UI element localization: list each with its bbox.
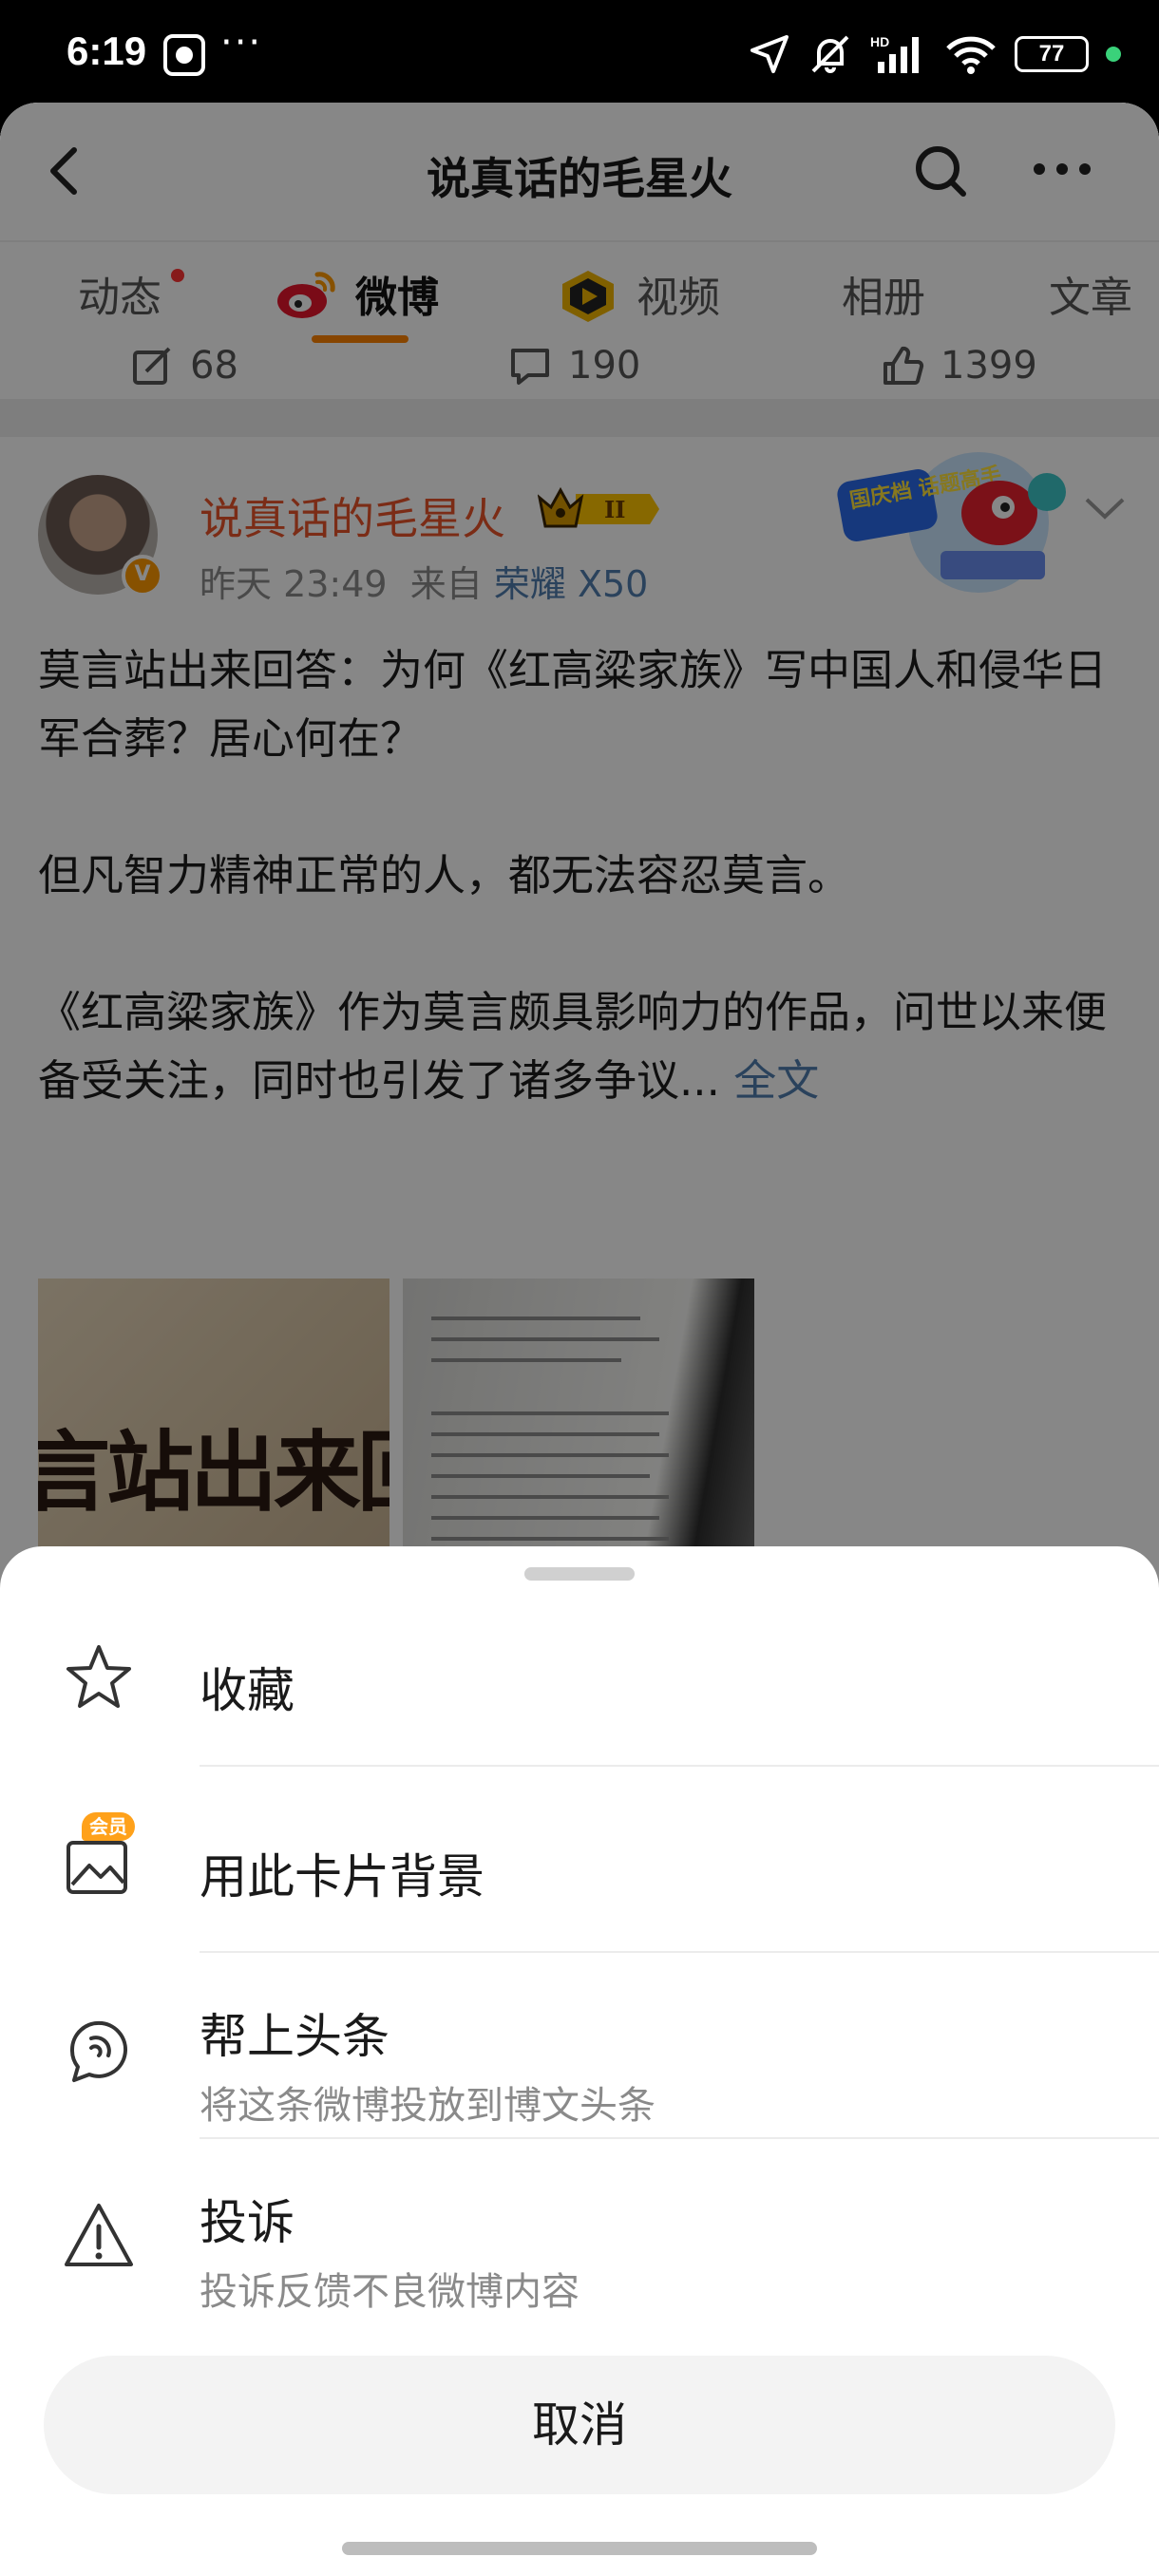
status-icons: HD 77 [749, 30, 1121, 78]
wifi-icon [946, 36, 996, 74]
hd-signal-icon: HD [870, 34, 919, 73]
warning-icon [65, 2204, 133, 2266]
battery-icon: 77 [1015, 36, 1089, 72]
clock-icon [163, 34, 205, 76]
action-sheet: 收藏 会员 用此卡片背景 帮上头条 将这条微博投放到博文头条 投诉 投诉反馈不良… [0, 1546, 1159, 2576]
status-overflow-dots: ··· [220, 21, 263, 65]
sheet-drag-handle[interactable] [524, 1567, 635, 1581]
action-title: 用此卡片背景 [200, 1849, 484, 1904]
action-title: 帮上头条 [200, 2009, 390, 2064]
green-dot-indicator [1106, 47, 1121, 62]
action-card-background[interactable]: 会员 用此卡片背景 [0, 1805, 1159, 1919]
status-bar: 6:19 ··· HD 77 [0, 0, 1159, 112]
status-time: 6:19 [66, 28, 147, 73]
action-headline[interactable]: 帮上头条 将这条微博投放到博文头条 [0, 1974, 1159, 2145]
star-icon [66, 1645, 131, 1708]
cancel-button[interactable]: 取消 [44, 2356, 1115, 2494]
action-title: 投诉 [200, 2195, 294, 2250]
action-subtitle: 将这条微博投放到博文头条 [200, 2084, 656, 2128]
svg-text:HD: HD [870, 34, 889, 49]
divider [200, 1765, 1159, 1767]
action-report[interactable]: 投诉 投诉反馈不良微博内容 [0, 2160, 1159, 2331]
divider [200, 1951, 1159, 1953]
vip-badge: 会员 [82, 1812, 135, 1841]
headline-icon [69, 2020, 127, 2082]
action-subtitle: 投诉反馈不良微博内容 [200, 2270, 580, 2314]
divider [200, 2137, 1159, 2139]
action-favorite[interactable]: 收藏 [0, 1622, 1159, 1736]
action-title: 收藏 [200, 1663, 294, 1718]
location-icon [750, 35, 788, 73]
home-indicator[interactable] [342, 2542, 817, 2555]
mute-bell-icon [811, 35, 849, 73]
